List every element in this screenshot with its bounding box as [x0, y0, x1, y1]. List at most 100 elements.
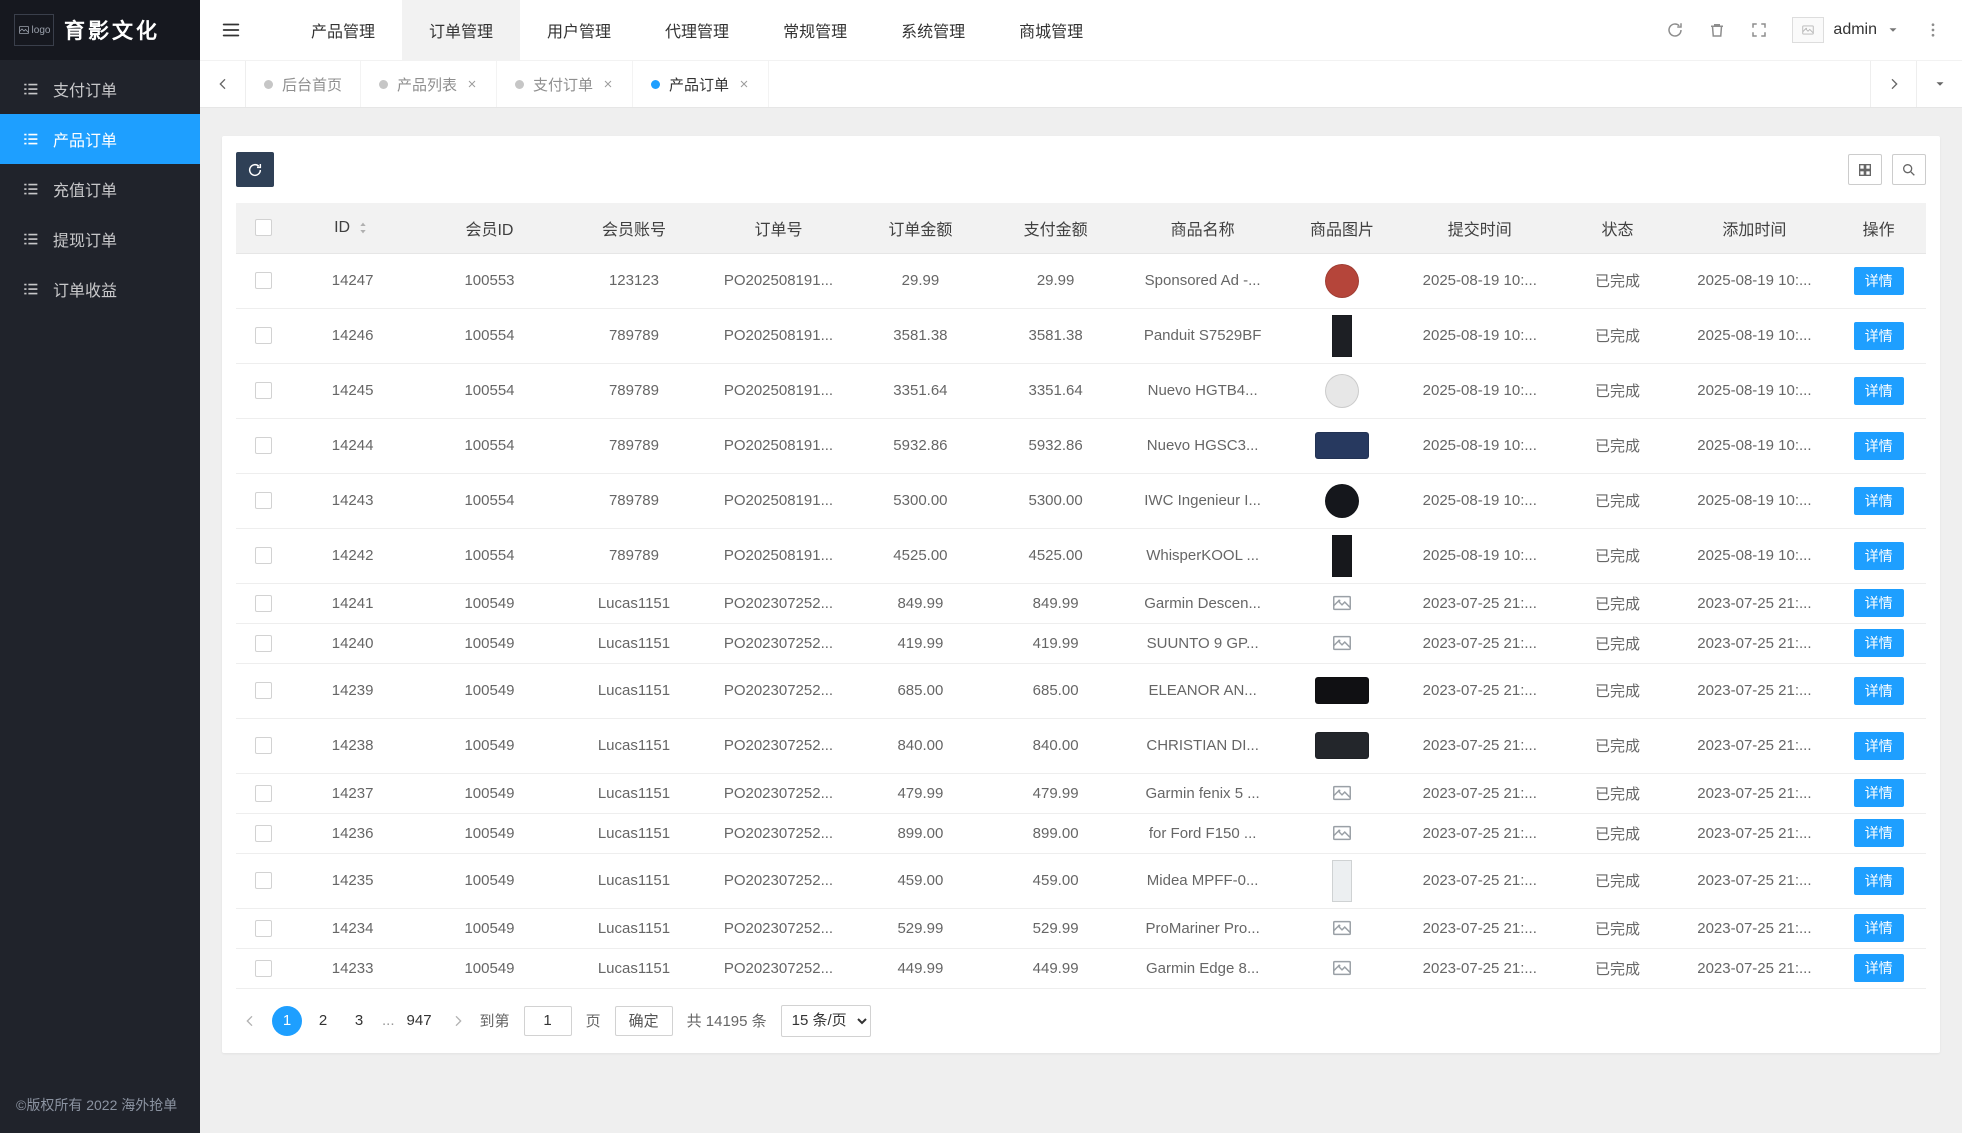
row-checkbox[interactable]: [255, 635, 272, 652]
sidebar-item-5[interactable]: 订单收益: [0, 264, 200, 314]
row-checkbox[interactable]: [255, 920, 272, 937]
row-checkbox[interactable]: [255, 382, 272, 399]
sort-icon[interactable]: [355, 220, 371, 236]
detail-button[interactable]: 详情: [1854, 819, 1904, 847]
product-image-shape: [1315, 432, 1369, 459]
table-row: 14245100554789789PO202508191...3351.6433…: [236, 363, 1926, 418]
status-text: 已完成: [1558, 853, 1678, 908]
table-row: 14242100554789789PO202508191...4525.0045…: [236, 528, 1926, 583]
actions-cell: 详情: [1831, 623, 1926, 663]
status-text: 已完成: [1558, 528, 1678, 583]
row-checkbox[interactable]: [255, 785, 272, 802]
row-checkbox[interactable]: [255, 682, 272, 699]
detail-button[interactable]: 详情: [1854, 914, 1904, 942]
page-button-947[interactable]: 947: [403, 1006, 436, 1036]
tabs-menu-button[interactable]: [1916, 61, 1962, 107]
detail-button[interactable]: 详情: [1854, 954, 1904, 982]
more-button[interactable]: [1924, 21, 1942, 39]
detail-button[interactable]: 详情: [1854, 377, 1904, 405]
row-checkbox[interactable]: [255, 737, 272, 754]
detail-button[interactable]: 详情: [1854, 779, 1904, 807]
submit-time: 2023-07-25 21:...: [1402, 948, 1557, 988]
nav-item-6[interactable]: 系统管理: [874, 0, 992, 60]
product-image-shape: [1315, 677, 1369, 704]
table-search-button[interactable]: [1892, 154, 1926, 185]
detail-button[interactable]: 详情: [1854, 732, 1904, 760]
nav-item-7[interactable]: 商城管理: [992, 0, 1110, 60]
detail-button[interactable]: 详情: [1854, 589, 1904, 617]
sidebar-item-3[interactable]: 充值订单: [0, 164, 200, 214]
refresh-icon: [247, 162, 263, 178]
row-checkbox-cell: [236, 583, 290, 623]
clear-cache-button[interactable]: [1708, 21, 1726, 39]
tab-3[interactable]: 支付订单: [497, 61, 633, 107]
page-size-select[interactable]: 15 条/页: [781, 1005, 871, 1037]
sidebar-item-1[interactable]: 支付订单: [0, 64, 200, 114]
detail-button[interactable]: 详情: [1854, 322, 1904, 350]
fullscreen-button[interactable]: [1750, 21, 1768, 39]
select-all-checkbox[interactable]: [255, 219, 272, 236]
detail-button[interactable]: 详情: [1854, 267, 1904, 295]
status-text: 已完成: [1558, 813, 1678, 853]
page-button-2[interactable]: 2: [308, 1006, 338, 1036]
row-checkbox[interactable]: [255, 547, 272, 564]
tab-4[interactable]: 产品订单: [633, 61, 769, 107]
row-checkbox[interactable]: [255, 960, 272, 977]
sidebar-item-4[interactable]: 提现订单: [0, 214, 200, 264]
member-account: 789789: [564, 308, 704, 363]
order-number: PO202307252...: [704, 908, 853, 948]
row-checkbox[interactable]: [255, 272, 272, 289]
page-button-1[interactable]: 1: [272, 1006, 302, 1036]
tab-close-icon[interactable]: [602, 78, 614, 90]
menu-toggle-button[interactable]: [200, 0, 262, 60]
tab-dot: [264, 80, 273, 89]
nav-item-4[interactable]: 代理管理: [638, 0, 756, 60]
table-refresh-button[interactable]: [236, 152, 274, 187]
tab-close-icon[interactable]: [738, 78, 750, 90]
order-number: PO202307252...: [704, 853, 853, 908]
actions-cell: 详情: [1831, 853, 1926, 908]
detail-button[interactable]: 详情: [1854, 432, 1904, 460]
order-number: PO202307252...: [704, 663, 853, 718]
product-image-shape: [1332, 860, 1352, 902]
nav-item-1[interactable]: 产品管理: [284, 0, 402, 60]
prev-page-button[interactable]: [242, 1013, 258, 1029]
user-menu[interactable]: admin: [1792, 17, 1900, 43]
page-list: 123...947: [272, 1006, 436, 1036]
row-checkbox[interactable]: [255, 437, 272, 454]
column-header-9: 提交时间: [1402, 203, 1557, 253]
row-checkbox[interactable]: [255, 872, 272, 889]
member-account: Lucas1151: [564, 908, 704, 948]
tab-2[interactable]: 产品列表: [361, 61, 497, 107]
tab-1[interactable]: 后台首页: [246, 61, 361, 107]
tabs-scroll-right-button[interactable]: [1870, 61, 1916, 107]
detail-button[interactable]: 详情: [1854, 487, 1904, 515]
row-checkbox[interactable]: [255, 595, 272, 612]
actions-cell: 详情: [1831, 253, 1926, 308]
row-id: 14238: [290, 718, 415, 773]
columns-toggle-button[interactable]: [1848, 154, 1882, 185]
detail-button[interactable]: 详情: [1854, 677, 1904, 705]
tabs-scroll-left-button[interactable]: [200, 61, 246, 107]
detail-button[interactable]: 详情: [1854, 542, 1904, 570]
row-checkbox[interactable]: [255, 327, 272, 344]
page-button-3[interactable]: 3: [344, 1006, 374, 1036]
nav-item-2[interactable]: 订单管理: [402, 0, 520, 60]
detail-button[interactable]: 详情: [1854, 867, 1904, 895]
submit-time: 2025-08-19 10:...: [1402, 473, 1557, 528]
detail-button[interactable]: 详情: [1854, 629, 1904, 657]
nav-item-5[interactable]: 常规管理: [756, 0, 874, 60]
tab-close-icon[interactable]: [466, 78, 478, 90]
product-image-cell: [1282, 418, 1402, 473]
tab-label: 后台首页: [282, 74, 342, 95]
row-checkbox[interactable]: [255, 825, 272, 842]
sidebar-item-2[interactable]: 产品订单: [0, 114, 200, 164]
row-checkbox[interactable]: [255, 492, 272, 509]
confirm-page-button[interactable]: 确定: [615, 1006, 673, 1036]
refresh-button[interactable]: [1666, 21, 1684, 39]
product-name: CHRISTIAN DI...: [1123, 718, 1282, 773]
nav-item-3[interactable]: 用户管理: [520, 0, 638, 60]
column-header-inner: 商品名称: [1123, 216, 1282, 240]
goto-page-input[interactable]: [524, 1006, 572, 1036]
next-page-button[interactable]: [450, 1013, 466, 1029]
